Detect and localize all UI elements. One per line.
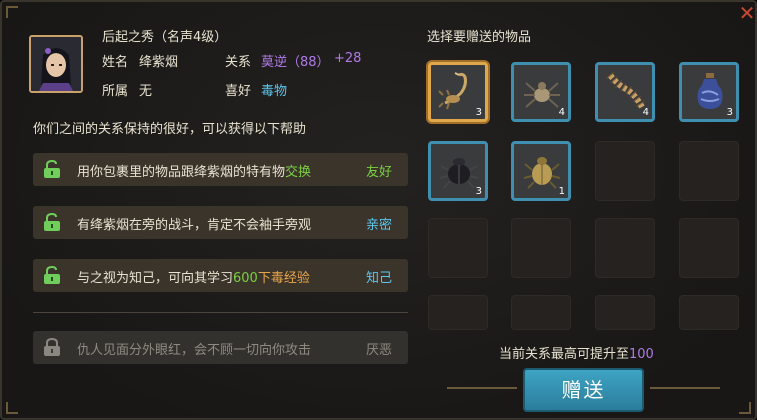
item-slot-gold-beetle[interactable]: 1 (511, 141, 571, 201)
item-slot-empty[interactable] (511, 218, 571, 278)
item-slot-empty[interactable] (428, 295, 488, 330)
relation-bonus: +28 (334, 51, 362, 66)
name-label: 姓名 (102, 55, 129, 70)
relation-label: 关系 (225, 55, 252, 70)
lock-icon (44, 338, 60, 356)
benefit-text: 用你包裹里的物品跟绛紫烟的特有物交换 (77, 165, 312, 180)
item-count: 3 (475, 107, 482, 118)
avatar (29, 35, 83, 93)
item-slot-centipede[interactable]: 4 (595, 62, 655, 122)
unlock-icon (44, 266, 60, 284)
benefit-text: 与之视为知己，可向其学习600下毒经验 (77, 271, 310, 286)
item-slot-empty[interactable] (679, 218, 739, 278)
unlock-icon (44, 213, 60, 231)
item-count: 3 (726, 107, 733, 118)
affiliation-value: 无 (139, 84, 153, 99)
item-count: 4 (642, 107, 649, 118)
item-count: 1 (558, 186, 565, 197)
frame-corner (6, 402, 18, 414)
max-relation-text: 当前关系最高可提升至100 (499, 347, 654, 362)
benefit-row-hostile: 仇人见面分外眼红，会不顾一切向你攻击 厌恶 (33, 331, 408, 364)
item-slot-poison-jar[interactable]: 3 (679, 62, 739, 122)
scorpion-icon (438, 72, 467, 110)
divider (33, 312, 408, 313)
hobby-label: 喜好 (225, 84, 252, 99)
gift-button[interactable]: 赠送 (523, 368, 644, 412)
benefit-row-friendly: 用你包裹里的物品跟绛紫烟的特有物交换 友好 (33, 153, 408, 186)
close-icon[interactable]: ✕ (737, 3, 757, 24)
benefit-row-intimate: 有绛紫烟在旁的战斗，肯定不会袖手旁观 亲密 (33, 206, 408, 239)
relationship-panel: ✕ 后起之秀（名声4级） 姓名 绛紫烟 关系 莫逆（88） +28 所属 无 喜… (0, 0, 757, 420)
gift-section-title: 选择要赠送的物品 (427, 30, 532, 45)
hobby-value: 毒物 (261, 84, 288, 99)
character-title: 后起之秀（名声4级） (102, 30, 228, 45)
item-count: 4 (558, 107, 565, 118)
affiliation-label: 所属 (102, 84, 129, 99)
unlock-icon (44, 160, 60, 178)
benefit-tag: 亲密 (365, 218, 392, 233)
item-slot-empty[interactable] (595, 218, 655, 278)
item-slot-empty[interactable] (428, 218, 488, 278)
item-slot-empty[interactable] (679, 295, 739, 330)
frame-corner (739, 402, 751, 414)
frame-corner (6, 6, 18, 18)
spider-icon (524, 82, 560, 108)
item-slot-scorpion[interactable]: 3 (428, 62, 488, 122)
item-slot-empty[interactable] (679, 141, 739, 201)
item-count: 3 (475, 186, 482, 197)
black-beetle-icon (439, 158, 479, 189)
centipede-icon (606, 71, 647, 110)
item-slot-black-beetle[interactable]: 3 (428, 141, 488, 201)
benefit-text: 仇人见面分外眼红，会不顾一切向你攻击 (77, 343, 312, 358)
item-slot-empty[interactable] (511, 295, 571, 330)
decor-line (650, 387, 720, 389)
benefit-text: 有绛紫烟在旁的战斗，肯定不会袖手旁观 (77, 218, 312, 233)
relation-value: 莫逆（88） (261, 55, 330, 70)
poison-jar-icon (697, 73, 723, 109)
decor-line (447, 387, 517, 389)
benefit-tag: 厌恶 (365, 343, 392, 358)
help-intro: 你们之间的关系保持的很好，可以获得以下帮助 (33, 122, 307, 137)
benefit-tag: 友好 (365, 165, 392, 180)
item-slot-empty[interactable] (595, 141, 655, 201)
gold-beetle-icon (523, 157, 561, 189)
benefit-row-confidant: 与之视为知己，可向其学习600下毒经验 知己 (33, 259, 408, 292)
benefit-tag: 知己 (365, 271, 392, 286)
item-slot-empty[interactable] (595, 295, 655, 330)
item-slot-spider[interactable]: 4 (511, 62, 571, 122)
character-name: 绛紫烟 (139, 55, 179, 70)
